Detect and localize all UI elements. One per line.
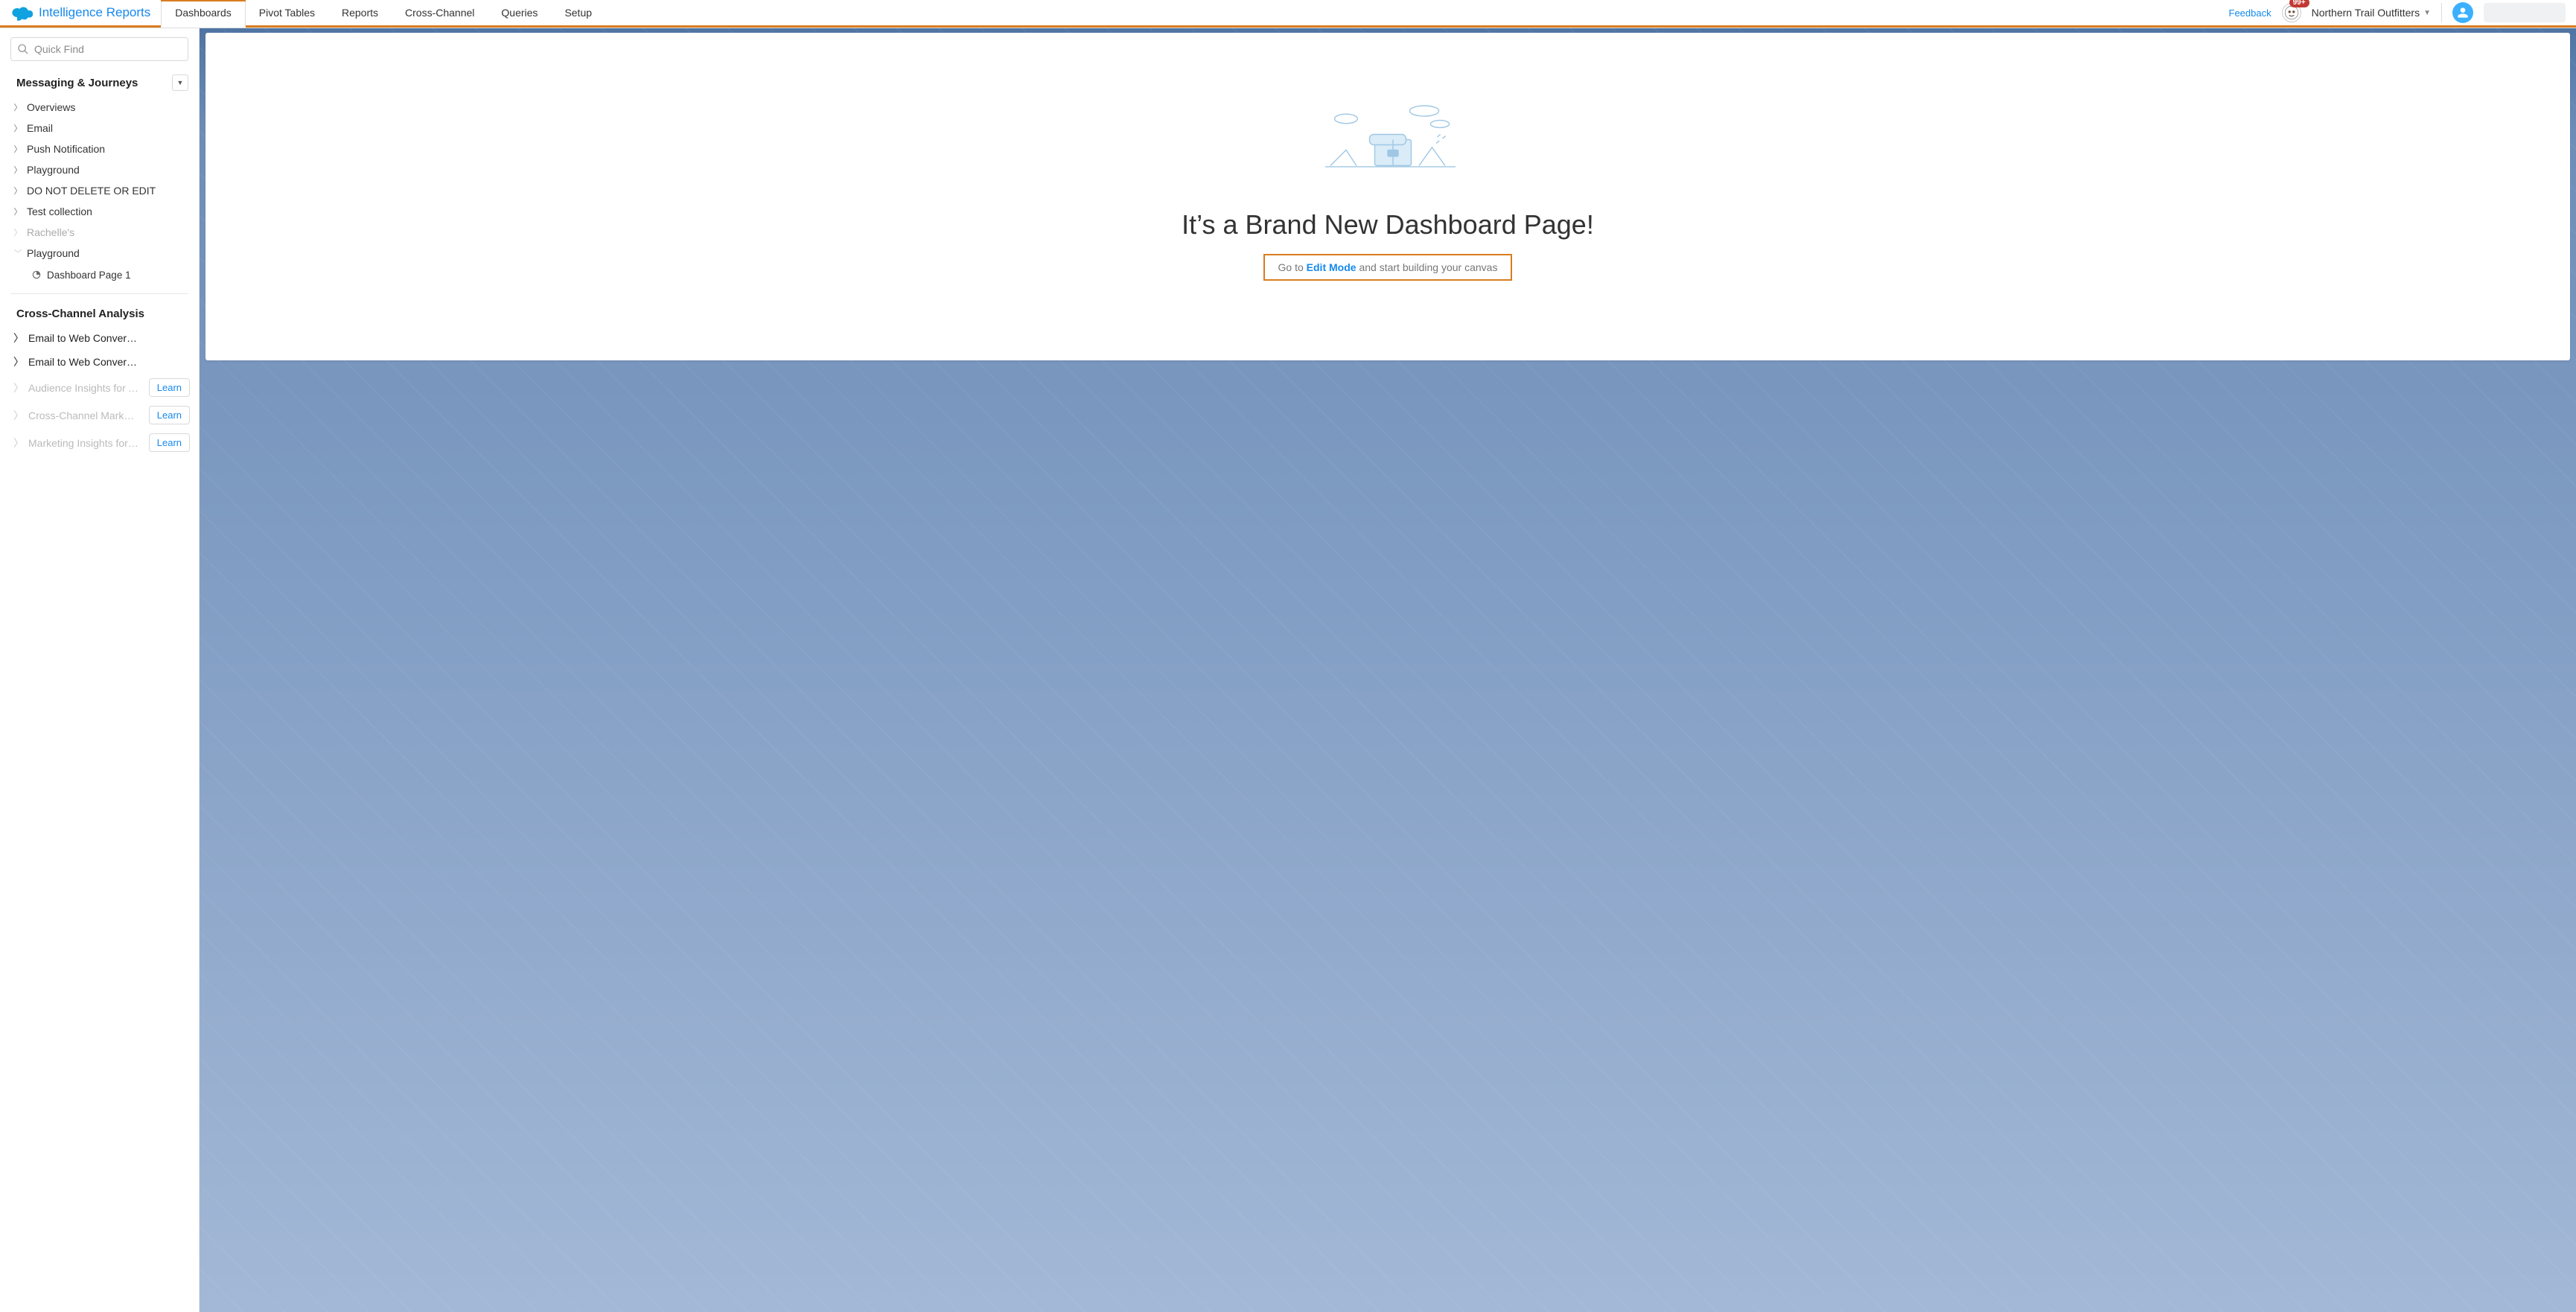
salesforce-cloud-icon bbox=[10, 4, 33, 21]
tree-overviews[interactable]: 〉Overviews bbox=[0, 97, 199, 118]
chevron-right-icon: 〉 bbox=[13, 143, 22, 155]
edit-mode-link[interactable]: Edit Mode bbox=[1307, 261, 1356, 273]
quick-find-input[interactable] bbox=[34, 43, 182, 55]
chevron-down-icon: ▼ bbox=[2423, 9, 2431, 17]
global-search[interactable] bbox=[2484, 3, 2566, 22]
empty-illustration bbox=[1310, 98, 1466, 187]
tab-setup[interactable]: Setup bbox=[551, 0, 605, 28]
tab-cross-channel[interactable]: Cross-Channel bbox=[392, 0, 488, 28]
chevron-right-icon: 〉 bbox=[13, 436, 24, 450]
user-avatar[interactable] bbox=[2452, 2, 2473, 23]
tree-push-notification[interactable]: 〉Push Notification bbox=[0, 138, 199, 159]
topbar: Intelligence Reports Dashboards Pivot Ta… bbox=[0, 0, 2576, 28]
divider bbox=[2441, 3, 2442, 22]
tree-email[interactable]: 〉Email bbox=[0, 118, 199, 138]
chevron-right-icon: 〉 bbox=[13, 226, 22, 238]
chevron-right-icon: 〉 bbox=[13, 331, 24, 345]
cca-email-to-web-2[interactable]: 〉Email to Web Conversion bbox=[0, 350, 199, 374]
section-messaging-journeys: Messaging & Journeys ▼ bbox=[0, 70, 199, 97]
learn-button[interactable]: Learn bbox=[149, 433, 190, 452]
sidebar: Messaging & Journeys ▼ 〉Overviews 〉Email… bbox=[0, 28, 200, 1312]
feedback-link[interactable]: Feedback bbox=[2229, 7, 2271, 19]
callout-post: and start building your canvas bbox=[1356, 261, 1498, 273]
dashboard-page-icon bbox=[31, 270, 42, 280]
notification-badge: 99+ bbox=[2289, 0, 2309, 7]
topbar-right: Feedback 99+ Northern Trail Outfitters ▼ bbox=[2219, 0, 2576, 28]
empty-state: It’s a Brand New Dashboard Page! Go to E… bbox=[205, 68, 2570, 325]
tab-pivot-tables[interactable]: Pivot Tables bbox=[246, 0, 328, 28]
cca-email-to-web-1[interactable]: 〉Email to Web Conversion bbox=[0, 326, 199, 350]
chevron-right-icon: 〉 bbox=[13, 354, 24, 369]
section-title: Messaging & Journeys bbox=[16, 77, 138, 89]
chevron-right-icon: 〉 bbox=[13, 408, 24, 423]
tree-do-not-delete[interactable]: 〉DO NOT DELETE OR EDIT bbox=[0, 180, 199, 201]
brand-title: Intelligence Reports bbox=[39, 5, 150, 20]
quick-find[interactable] bbox=[10, 37, 188, 61]
topbar-spacer bbox=[605, 0, 2218, 28]
cca-cross-channel-marketing[interactable]: 〉Cross-Channel Marketing … Learn bbox=[0, 401, 199, 429]
tree-rachelles[interactable]: 〉Rachelle's bbox=[0, 222, 199, 243]
chevron-down-icon: ﹀ bbox=[13, 247, 22, 259]
cca-marketing-insights[interactable]: 〉Marketing Insights for Sal… Learn bbox=[0, 429, 199, 456]
tab-reports[interactable]: Reports bbox=[328, 0, 392, 28]
tree-test-collection[interactable]: 〉Test collection bbox=[0, 201, 199, 222]
org-name: Northern Trail Outfitters bbox=[2312, 7, 2420, 19]
section-menu-button[interactable]: ▼ bbox=[172, 74, 188, 91]
section-title: Cross-Channel Analysis bbox=[16, 308, 144, 320]
chevron-right-icon: 〉 bbox=[13, 122, 22, 134]
learn-button[interactable]: Learn bbox=[149, 378, 190, 397]
chevron-right-icon: 〉 bbox=[13, 185, 22, 197]
sidebar-divider bbox=[10, 293, 188, 294]
body: Messaging & Journeys ▼ 〉Overviews 〉Email… bbox=[0, 28, 2576, 1312]
learn-button[interactable]: Learn bbox=[149, 406, 190, 424]
astro-icon[interactable]: 99+ bbox=[2282, 3, 2301, 22]
chevron-right-icon: 〉 bbox=[13, 164, 22, 176]
tree-playground[interactable]: 〉Playground bbox=[0, 159, 199, 180]
search-icon bbox=[17, 43, 29, 55]
section-cross-channel: Cross-Channel Analysis bbox=[0, 303, 199, 326]
chevron-right-icon: 〉 bbox=[13, 380, 24, 395]
chevron-right-icon: 〉 bbox=[13, 206, 22, 217]
tree-playground-expanded[interactable]: ﹀Playground bbox=[0, 243, 199, 264]
callout-pre: Go to bbox=[1278, 261, 1307, 273]
tab-dashboards[interactable]: Dashboards bbox=[161, 0, 246, 28]
dashboard-canvas: It’s a Brand New Dashboard Page! Go to E… bbox=[205, 33, 2570, 360]
empty-title: It’s a Brand New Dashboard Page! bbox=[205, 209, 2570, 241]
edit-mode-callout[interactable]: Go to Edit Mode and start building your … bbox=[1263, 254, 1513, 281]
cca-audience-insights[interactable]: 〉Audience Insights for Adv… Learn bbox=[0, 374, 199, 401]
tree-dashboard-page-1[interactable]: Dashboard Page 1 bbox=[0, 264, 199, 286]
brand[interactable]: Intelligence Reports bbox=[0, 0, 161, 28]
tab-queries[interactable]: Queries bbox=[488, 0, 551, 28]
main-tabs: Dashboards Pivot Tables Reports Cross-Ch… bbox=[161, 0, 605, 28]
main-area: It’s a Brand New Dashboard Page! Go to E… bbox=[200, 28, 2576, 1312]
org-switcher[interactable]: Northern Trail Outfitters ▼ bbox=[2312, 7, 2431, 19]
chevron-right-icon: 〉 bbox=[13, 101, 22, 113]
